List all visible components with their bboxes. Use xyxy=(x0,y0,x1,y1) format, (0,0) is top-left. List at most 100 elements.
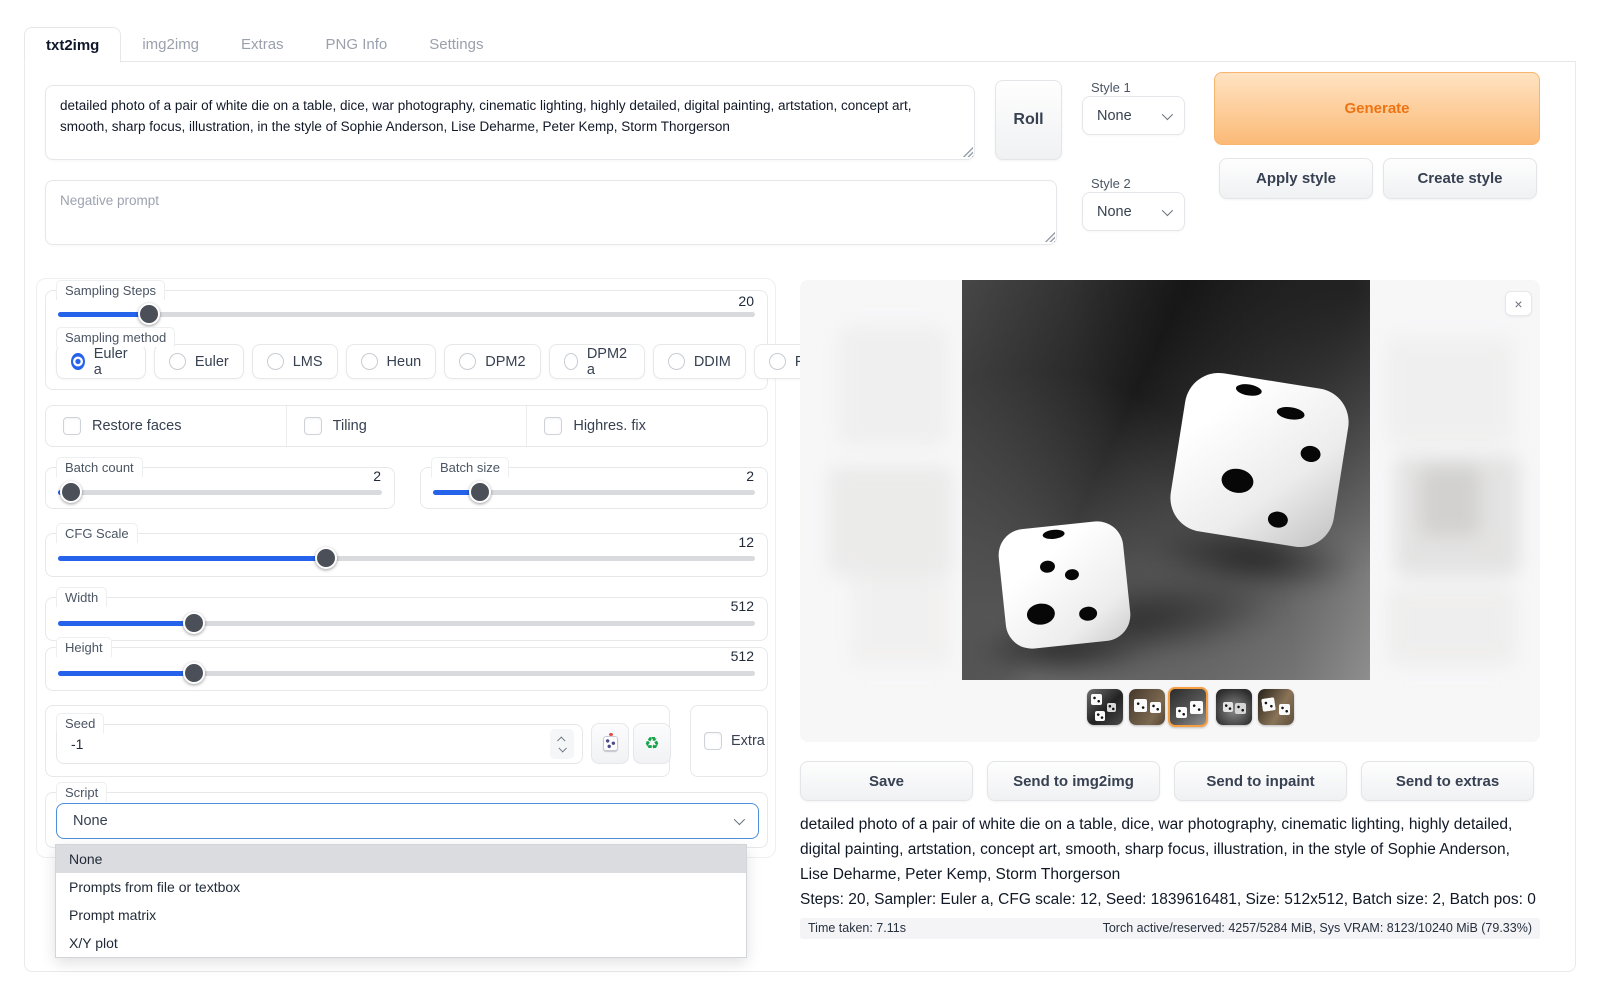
gallery-thumbnail-2[interactable] xyxy=(1129,689,1165,725)
tab-txt2img[interactable]: txt2img xyxy=(24,27,121,63)
checkbox-label: Restore faces xyxy=(92,418,181,434)
slider-thumb[interactable] xyxy=(469,481,491,503)
tiling-option[interactable]: Tiling xyxy=(286,406,527,446)
script-option-xy-plot[interactable]: X/Y plot xyxy=(56,929,746,957)
chevron-down-icon xyxy=(734,814,745,825)
create-style-button[interactable]: Create style xyxy=(1383,158,1537,199)
checkbox-icon[interactable] xyxy=(704,732,722,750)
batch-size-slider[interactable] xyxy=(433,481,755,503)
batch-count-label: Batch count xyxy=(56,457,143,477)
slider-thumb[interactable] xyxy=(138,303,160,325)
slider-thumb[interactable] xyxy=(183,662,205,684)
generate-button[interactable]: Generate xyxy=(1214,72,1540,145)
script-group: Script None xyxy=(45,792,768,848)
tab-img2img[interactable]: img2img xyxy=(121,27,220,62)
style1-value: None xyxy=(1097,108,1162,124)
checkbox-label: Highres. fix xyxy=(573,418,646,434)
slider-track[interactable] xyxy=(58,556,755,561)
slider-thumb[interactable] xyxy=(315,547,337,569)
checkbox-icon[interactable] xyxy=(544,417,562,435)
result-prompt-text: detailed photo of a pair of white die on… xyxy=(800,812,1540,887)
height-slider[interactable] xyxy=(58,662,755,684)
generation-info: detailed photo of a pair of white die on… xyxy=(800,812,1540,939)
close-icon[interactable]: × xyxy=(1505,291,1532,316)
result-params-text: Steps: 20, Sampler: Euler a, CFG scale: … xyxy=(800,888,1540,912)
reuse-seed-button[interactable]: ♻ xyxy=(633,723,671,764)
style2-label: Style 2 xyxy=(1091,176,1131,191)
gallery-thumbnail-3-selected[interactable] xyxy=(1168,687,1208,727)
radio-icon xyxy=(564,353,578,370)
radio-lms[interactable]: LMS xyxy=(252,344,338,379)
tab-extras[interactable]: Extras xyxy=(220,27,305,62)
style2-value: None xyxy=(1097,204,1162,220)
radio-dpm2[interactable]: DPM2 xyxy=(444,344,540,379)
save-button[interactable]: Save xyxy=(800,761,973,801)
die-left xyxy=(996,519,1133,651)
negative-prompt-input[interactable] xyxy=(45,180,1057,245)
style2-select[interactable]: None xyxy=(1082,192,1185,231)
script-option-none[interactable]: None xyxy=(56,845,746,873)
send-to-extras-button[interactable]: Send to extras xyxy=(1361,761,1534,801)
seed-stepper[interactable] xyxy=(550,729,574,759)
height-group: Height 512 xyxy=(45,647,768,691)
slider-thumb[interactable] xyxy=(60,481,82,503)
width-group: Width 512 xyxy=(45,597,768,641)
slider-track[interactable] xyxy=(58,490,382,495)
checkbox-icon[interactable] xyxy=(63,417,81,435)
blurred-preview-left xyxy=(810,296,960,676)
send-to-img2img-button[interactable]: Send to img2img xyxy=(987,761,1160,801)
extra-option[interactable]: Extra xyxy=(691,706,767,776)
restore-faces-option[interactable]: Restore faces xyxy=(46,406,286,446)
apply-style-button[interactable]: Apply style xyxy=(1219,158,1373,199)
radio-euler[interactable]: Euler xyxy=(154,344,244,379)
style1-label: Style 1 xyxy=(1091,80,1131,95)
gallery-thumbnail-4[interactable] xyxy=(1216,689,1252,725)
script-option-prompt-matrix[interactable]: Prompt matrix xyxy=(56,901,746,929)
radio-heun[interactable]: Heun xyxy=(346,344,437,379)
cfg-scale-slider[interactable] xyxy=(58,547,755,569)
gallery-thumbnail-1[interactable] xyxy=(1087,689,1123,725)
chevron-down-icon xyxy=(1162,108,1173,119)
slider-thumb[interactable] xyxy=(183,612,205,634)
generated-image[interactable] xyxy=(962,280,1370,680)
extra-seed-group: Extra xyxy=(690,705,768,777)
script-select[interactable]: None xyxy=(56,803,759,839)
style1-select[interactable]: None xyxy=(1082,96,1185,135)
radio-dpm2-a[interactable]: DPM2 a xyxy=(549,344,645,379)
step-up-icon[interactable] xyxy=(557,736,565,744)
send-to-inpaint-button[interactable]: Send to inpaint xyxy=(1174,761,1347,801)
sampling-steps-slider[interactable] xyxy=(58,303,755,325)
roll-button[interactable]: Roll xyxy=(995,80,1062,160)
random-seed-button[interactable] xyxy=(591,723,629,764)
radio-label: DPM2 xyxy=(485,354,525,370)
width-slider[interactable] xyxy=(58,612,755,634)
script-option-prompts-file[interactable]: Prompts from file or textbox xyxy=(56,873,746,901)
tab-bar: txt2img img2img Extras PNG Info Settings xyxy=(24,27,504,62)
gallery-thumbnail-5[interactable] xyxy=(1258,689,1294,725)
height-label: Height xyxy=(56,637,112,657)
batch-size-label: Batch size xyxy=(431,457,509,477)
slider-track[interactable] xyxy=(58,312,755,317)
result-footer: Time taken: 7.11s Torch active/reserved:… xyxy=(800,918,1540,939)
tab-settings[interactable]: Settings xyxy=(408,27,504,62)
tab-png-info[interactable]: PNG Info xyxy=(305,27,409,62)
checkbox-label: Tiling xyxy=(333,418,367,434)
slider-track[interactable] xyxy=(58,671,755,676)
slider-track[interactable] xyxy=(58,621,755,626)
script-dropdown-menu: None Prompts from file or textbox Prompt… xyxy=(55,844,747,958)
checkbox-icon[interactable] xyxy=(304,417,322,435)
radio-ddim[interactable]: DDIM xyxy=(653,344,746,379)
chevron-down-icon xyxy=(1162,204,1173,215)
cfg-scale-label: CFG Scale xyxy=(56,523,138,543)
batch-count-slider[interactable] xyxy=(58,481,382,503)
radio-euler-a[interactable]: Euler a xyxy=(56,344,146,379)
vram-stats-text: Torch active/reserved: 4257/5284 MiB, Sy… xyxy=(1103,921,1532,935)
highres-fix-option[interactable]: Highres. fix xyxy=(526,406,767,446)
checkbox-label: Extra xyxy=(731,733,765,749)
radio-icon xyxy=(169,353,186,370)
prompt-input[interactable]: detailed photo of a pair of white die on… xyxy=(45,85,975,160)
step-down-icon[interactable] xyxy=(558,744,566,752)
seed-input[interactable] xyxy=(56,724,583,764)
radio-icon xyxy=(267,353,284,370)
radio-label: LMS xyxy=(293,354,323,370)
